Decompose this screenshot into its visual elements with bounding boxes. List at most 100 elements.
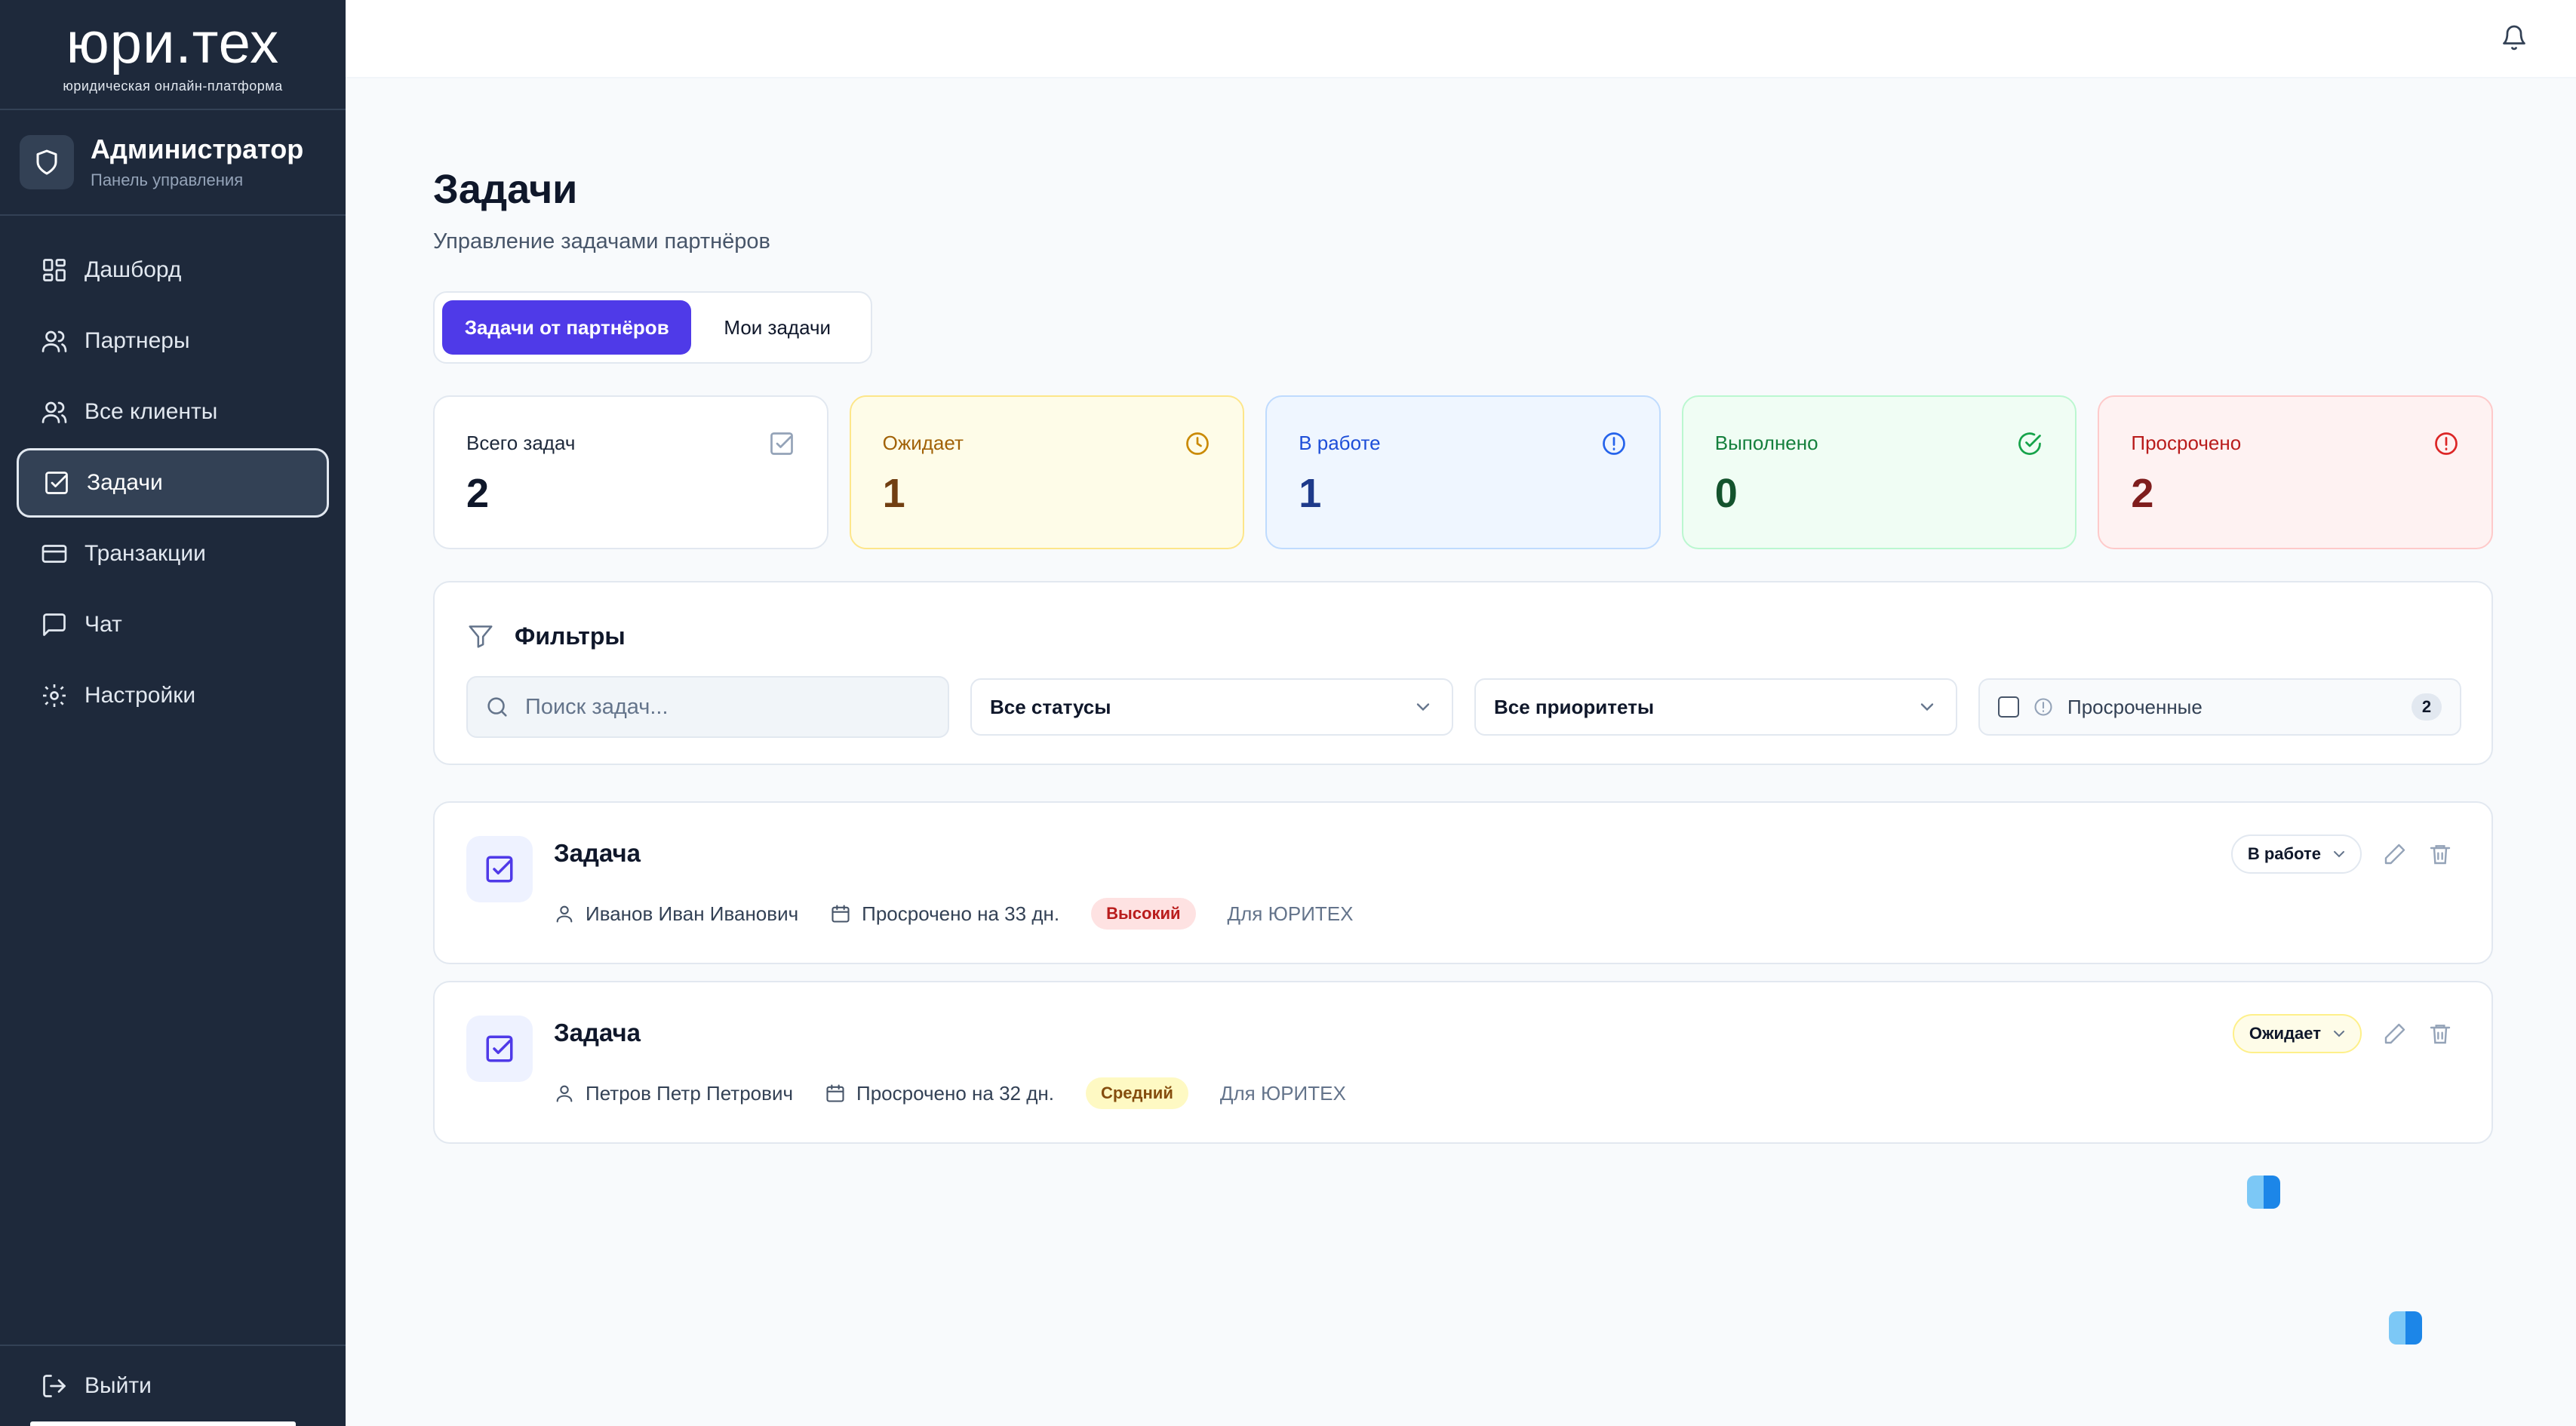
task-title: Задача	[554, 839, 641, 867]
overdue-checkbox[interactable]	[1998, 696, 2019, 718]
user-icon	[556, 1085, 573, 1102]
chat-icon	[43, 613, 66, 636]
alert-circle-icon	[1602, 432, 1625, 455]
sidebar-item-label: Транзакции	[85, 541, 206, 566]
tab-partner-tasks[interactable]: Задачи от партнёров	[442, 300, 692, 355]
card-icon	[41, 545, 67, 563]
users-icon	[41, 401, 67, 423]
sidebar-item-label: Настройки	[85, 683, 196, 708]
search-icon	[487, 697, 507, 717]
trash-icon[interactable]	[2428, 1022, 2452, 1046]
finder-icon	[2247, 1176, 2280, 1209]
page-title: Задачи	[433, 167, 578, 212]
task-for: Для ЮРИТЕХ	[1227, 902, 1354, 925]
priority-select[interactable]: Все приоритеты	[1474, 678, 1957, 736]
users-icon	[41, 330, 67, 352]
sidebar-item-dashboard[interactable]: Дашборд	[17, 235, 329, 305]
task-title: Задача	[554, 1019, 641, 1046]
chevron-down-icon	[1416, 703, 1430, 711]
priority-badge: Средний	[1085, 1077, 1188, 1109]
task-actions: Ожидает	[2232, 1014, 2452, 1053]
page-subtitle: Управление задачами партнёров	[433, 229, 770, 254]
stat-value: 1	[1299, 471, 1322, 516]
filter-icon	[469, 625, 493, 648]
sidebar-nav: Дашборд Партнеры Все клиенты Задачи Тран…	[17, 235, 329, 732]
task-due: Просрочено на 33 дн.	[862, 902, 1060, 925]
gear-icon	[43, 684, 66, 707]
sidebar: юри.тех юридическая онлайн-платформа Адм…	[0, 0, 346, 1426]
stat-card-overdue: Просрочено 2	[2098, 395, 2493, 549]
task-card[interactable]: Задача Иванов Иван Иванович Просрочено н…	[433, 801, 2493, 964]
sidebar-item-label: Чат	[85, 612, 122, 637]
scroll-indicator	[30, 1421, 296, 1426]
admin-title: Администратор	[91, 134, 304, 165]
task-meta: Иванов Иван Иванович Просрочено на 33 дн…	[554, 898, 1353, 930]
logo-text: юри.тех	[66, 11, 280, 75]
logout-button[interactable]: Выйти	[0, 1345, 346, 1426]
sidebar-item-transactions[interactable]: Транзакции	[17, 519, 329, 589]
admin-subtitle: Панель управления	[91, 170, 244, 189]
task-assignee: Иванов Иван Иванович	[586, 902, 799, 925]
sidebar-item-partners[interactable]: Партнеры	[17, 306, 329, 376]
bell-icon[interactable]	[2501, 24, 2528, 51]
stat-card-done: Выполнено 0	[1681, 395, 2077, 549]
overdue-count-badge: 2	[2412, 693, 2442, 721]
alert-circle-icon	[2034, 698, 2052, 716]
task-meta: Петров Петр Петрович Просрочено на 32 дн…	[554, 1077, 1346, 1109]
filters-panel: Фильтры Все статусы Все приоритеты Проср…	[433, 581, 2493, 765]
clock-icon	[1186, 432, 1210, 455]
calendar-icon	[832, 905, 850, 923]
sidebar-item-label: Партнеры	[85, 328, 190, 353]
shield-icon	[20, 135, 74, 189]
finder-icon	[2389, 1311, 2422, 1345]
status-value: В работе	[2247, 844, 2321, 863]
task-checkbox-icon	[466, 836, 533, 902]
overdue-filter-toggle[interactable]: Просроченные 2	[1978, 678, 2461, 736]
status-select[interactable]: Все статусы	[970, 678, 1453, 736]
logo[interactable]: юри.тех юридическая онлайн-платформа	[0, 0, 346, 110]
calendar-icon	[826, 1084, 844, 1102]
task-checkbox-icon	[466, 1016, 533, 1082]
search-box[interactable]	[466, 676, 949, 738]
sidebar-item-settings[interactable]: Настройки	[17, 661, 329, 730]
filter-controls: Все статусы Все приоритеты Просроченные …	[466, 676, 2461, 738]
stat-value: 2	[466, 471, 490, 516]
status-value: Ожидает	[2249, 1024, 2321, 1043]
priority-select-value: Все приоритеты	[1494, 695, 1655, 718]
stat-card-in-progress: В работе 1	[1265, 395, 1661, 549]
edit-icon[interactable]	[2383, 842, 2407, 866]
task-due: Просрочено на 32 дн.	[856, 1081, 1054, 1105]
sidebar-item-clients[interactable]: Все клиенты	[17, 377, 329, 447]
check-circle-icon	[2018, 432, 2042, 455]
logo-tagline: юридическая онлайн-платформа	[63, 78, 283, 94]
checkbox-icon	[770, 432, 793, 455]
sidebar-item-tasks[interactable]: Задачи	[17, 448, 329, 518]
status-dropdown[interactable]: Ожидает	[2232, 1014, 2362, 1053]
task-card[interactable]: Задача Петров Петр Петрович Просрочено н…	[433, 981, 2493, 1144]
priority-badge: Высокий	[1091, 898, 1196, 930]
edit-icon[interactable]	[2383, 1022, 2407, 1046]
user-icon	[556, 905, 573, 923]
sidebar-item-label: Задачи	[87, 470, 163, 495]
checkbox-icon	[45, 472, 68, 494]
stat-value: 1	[882, 471, 905, 516]
stat-card-total: Всего задач 2	[433, 395, 828, 549]
admin-profile: Администратор Панель управления	[0, 110, 346, 216]
trash-icon[interactable]	[2428, 842, 2452, 866]
status-dropdown[interactable]: В работе	[2230, 834, 2362, 874]
sidebar-item-label: Дашборд	[85, 257, 182, 282]
stat-card-pending: Ожидает 1	[849, 395, 1245, 549]
search-input[interactable]	[525, 694, 948, 720]
filters-title: Фильтры	[515, 622, 626, 650]
task-assignee: Петров Петр Петрович	[586, 1081, 794, 1105]
status-select-value: Все статусы	[990, 695, 1111, 718]
sidebar-item-label: Все клиенты	[85, 399, 218, 424]
dashboard-icon	[43, 259, 66, 281]
sidebar-item-chat[interactable]: Чат	[17, 590, 329, 659]
logout-icon	[43, 1375, 66, 1397]
overdue-filter-label: Просроченные	[2067, 695, 2203, 718]
logout-label: Выйти	[85, 1373, 152, 1398]
filters-header: Фильтры	[466, 622, 626, 650]
tab-my-tasks[interactable]: Мои задачи	[691, 300, 863, 355]
chevron-down-icon	[1920, 703, 1934, 711]
